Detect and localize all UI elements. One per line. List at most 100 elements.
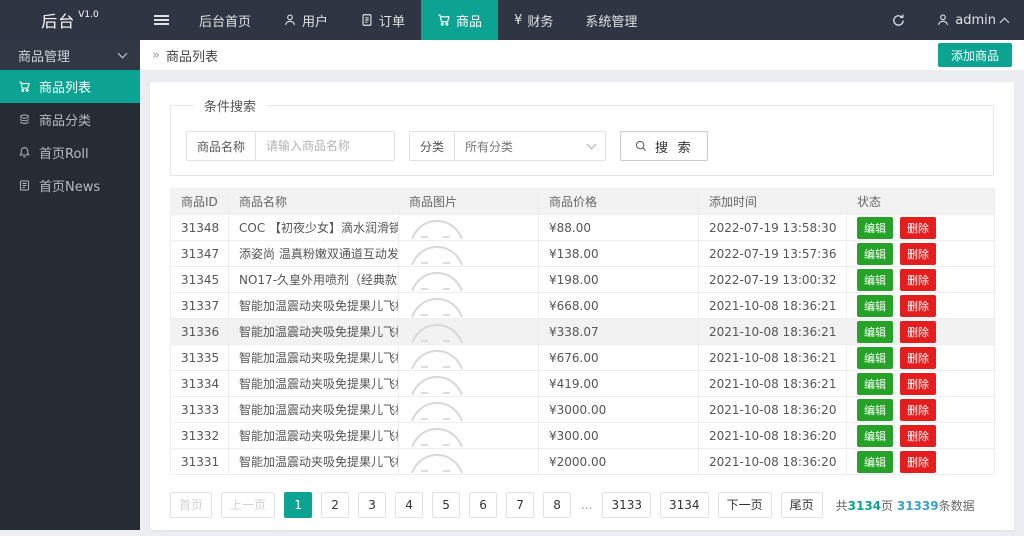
pagination-page-button[interactable]: 3133: [602, 492, 652, 518]
table-row: 31335 智能加温震动夹吸免提果儿飞机杯 ¥676.00 2021-10-08…: [170, 344, 995, 371]
delete-button[interactable]: 删除: [900, 268, 936, 291]
col-add-time: 添加时间: [698, 188, 847, 215]
edit-button[interactable]: 编辑: [857, 372, 893, 395]
col-product-id: 商品ID: [170, 188, 229, 215]
broken-image-placeholder: [409, 373, 467, 395]
delete-button[interactable]: 删除: [900, 424, 936, 447]
sidebar-item-goods-list[interactable]: 商品列表: [0, 70, 140, 103]
category-icon: [18, 113, 31, 126]
pagination-first-button[interactable]: 首页: [170, 492, 213, 518]
cell-product-id: 31345: [170, 266, 229, 293]
delete-button[interactable]: 删除: [900, 346, 936, 369]
delete-button[interactable]: 删除: [900, 242, 936, 265]
pagination-page-button[interactable]: 8: [543, 492, 572, 518]
cell-price: ¥300.00: [538, 422, 699, 449]
cart-icon: [437, 13, 451, 27]
broken-image-placeholder: [409, 269, 467, 291]
delete-button[interactable]: 删除: [900, 216, 936, 239]
nav-home[interactable]: 后台首页: [183, 0, 267, 40]
product-name-input[interactable]: [256, 132, 395, 160]
cell-product-image: [398, 370, 539, 397]
refresh-icon[interactable]: [877, 0, 920, 40]
sidebar-item-label: 首页News: [39, 180, 101, 195]
cell-time: 2021-10-08 18:36:21: [698, 344, 847, 371]
cell-product-id: 31332: [170, 422, 229, 449]
edit-button[interactable]: 编辑: [857, 398, 893, 421]
nav-users[interactable]: 用户: [267, 0, 344, 40]
user-menu[interactable]: admin: [920, 0, 1024, 40]
edit-button[interactable]: 编辑: [857, 242, 893, 265]
cell-product-name: 智能加温震动夹吸免提果儿飞机杯: [228, 318, 399, 345]
edit-button[interactable]: 编辑: [857, 268, 893, 291]
delete-button[interactable]: 删除: [900, 372, 936, 395]
category-select[interactable]: 所有分类: [455, 132, 605, 160]
pagination-page-button[interactable]: 6: [469, 492, 498, 518]
cell-product-id: 31333: [170, 396, 229, 423]
delete-button[interactable]: 删除: [900, 320, 936, 343]
broken-image-placeholder: [409, 321, 467, 343]
nav-orders[interactable]: 订单: [344, 0, 421, 40]
pagination-next-button[interactable]: 下一页: [717, 492, 772, 518]
cell-product-name: 智能加温震动夹吸免提果儿飞机杯: [228, 344, 399, 371]
summary-total-items: 31339: [896, 498, 939, 513]
sidebar-item-home-news[interactable]: 首页News: [0, 169, 140, 202]
broken-image-placeholder: [409, 295, 467, 317]
search-icon: [634, 139, 648, 153]
delete-button[interactable]: 删除: [900, 450, 936, 473]
col-status: 状态: [846, 188, 995, 215]
edit-button[interactable]: 编辑: [857, 346, 893, 369]
edit-button[interactable]: 编辑: [857, 294, 893, 317]
breadcrumb-current: 商品列表: [165, 49, 218, 65]
cell-time: 2022-07-19 13:58:30: [698, 214, 847, 241]
edit-button[interactable]: 编辑: [857, 320, 893, 343]
delete-button[interactable]: 删除: [900, 398, 936, 421]
delete-button[interactable]: 删除: [900, 294, 936, 317]
pagination-page-button[interactable]: 1: [284, 492, 313, 518]
cell-product-image: [398, 396, 539, 423]
cell-time: 2022-07-19 13:00:32: [698, 266, 847, 293]
cell-product-name: COC 【初夜少女】滴水润滑锁精...: [228, 214, 399, 241]
cell-actions: 编辑 删除: [846, 266, 995, 293]
nav-goods[interactable]: 商品: [421, 0, 499, 40]
pagination-page-button[interactable]: 4: [395, 492, 424, 518]
broken-image-placeholder: [409, 243, 467, 265]
nav-system[interactable]: 系统管理: [569, 0, 653, 40]
cell-actions: 编辑 删除: [846, 292, 995, 319]
cell-product-name: 智能加温震动夹吸免提果儿飞机杯: [228, 370, 399, 397]
edit-button[interactable]: 编辑: [857, 424, 893, 447]
category-selected-value: 所有分类: [465, 139, 514, 154]
edit-button[interactable]: 编辑: [857, 216, 893, 239]
add-product-button[interactable]: 添加商品: [937, 43, 1012, 67]
sidebar-item-label: 首页Roll: [39, 147, 89, 162]
sidebar-item-goods-category[interactable]: 商品分类: [0, 103, 140, 136]
search-button-label: 搜 索: [655, 139, 694, 155]
hamburger-icon[interactable]: [140, 0, 183, 40]
edit-button[interactable]: 编辑: [857, 450, 893, 473]
pagination-page-button[interactable]: 3134: [660, 492, 709, 518]
pagination-page-button[interactable]: 2: [321, 492, 350, 518]
cell-product-image: [398, 344, 539, 371]
broken-image-placeholder: [409, 347, 467, 369]
cell-product-name: 智能加温震动夹吸免提果儿飞机杯: [228, 396, 399, 423]
pagination-page-button[interactable]: 3: [358, 492, 387, 518]
nav-finance[interactable]: ¥ 财务: [498, 0, 569, 40]
pagination-last-button[interactable]: 尾页: [780, 492, 823, 518]
search-button[interactable]: 搜 索: [620, 131, 708, 161]
cell-product-id: 31335: [170, 344, 229, 371]
pagination-page-button[interactable]: 5: [432, 492, 461, 518]
pagination-prev-button[interactable]: 上一页: [221, 492, 276, 518]
broken-image-placeholder: [409, 451, 467, 473]
breadcrumb-separator: »: [152, 47, 160, 63]
bell-icon: [18, 146, 31, 159]
sidebar-item-home-roll[interactable]: 首页Roll: [0, 136, 140, 169]
document-icon: [360, 13, 374, 27]
pagination-page-button[interactable]: 7: [506, 492, 535, 518]
summary-mid: 页: [881, 498, 897, 513]
cell-product-image: [398, 214, 539, 241]
sidebar-group-goods-management[interactable]: 商品管理: [0, 40, 140, 70]
cell-product-id: 31337: [170, 292, 229, 319]
news-icon: [18, 179, 31, 192]
cell-time: 2021-10-08 18:36:20: [698, 422, 847, 449]
cell-product-name: 智能加温震动夹吸免提果儿飞机杯: [228, 292, 399, 319]
cell-product-name: 添姿尚 温真粉嫩双通道互动发音...: [228, 240, 399, 267]
